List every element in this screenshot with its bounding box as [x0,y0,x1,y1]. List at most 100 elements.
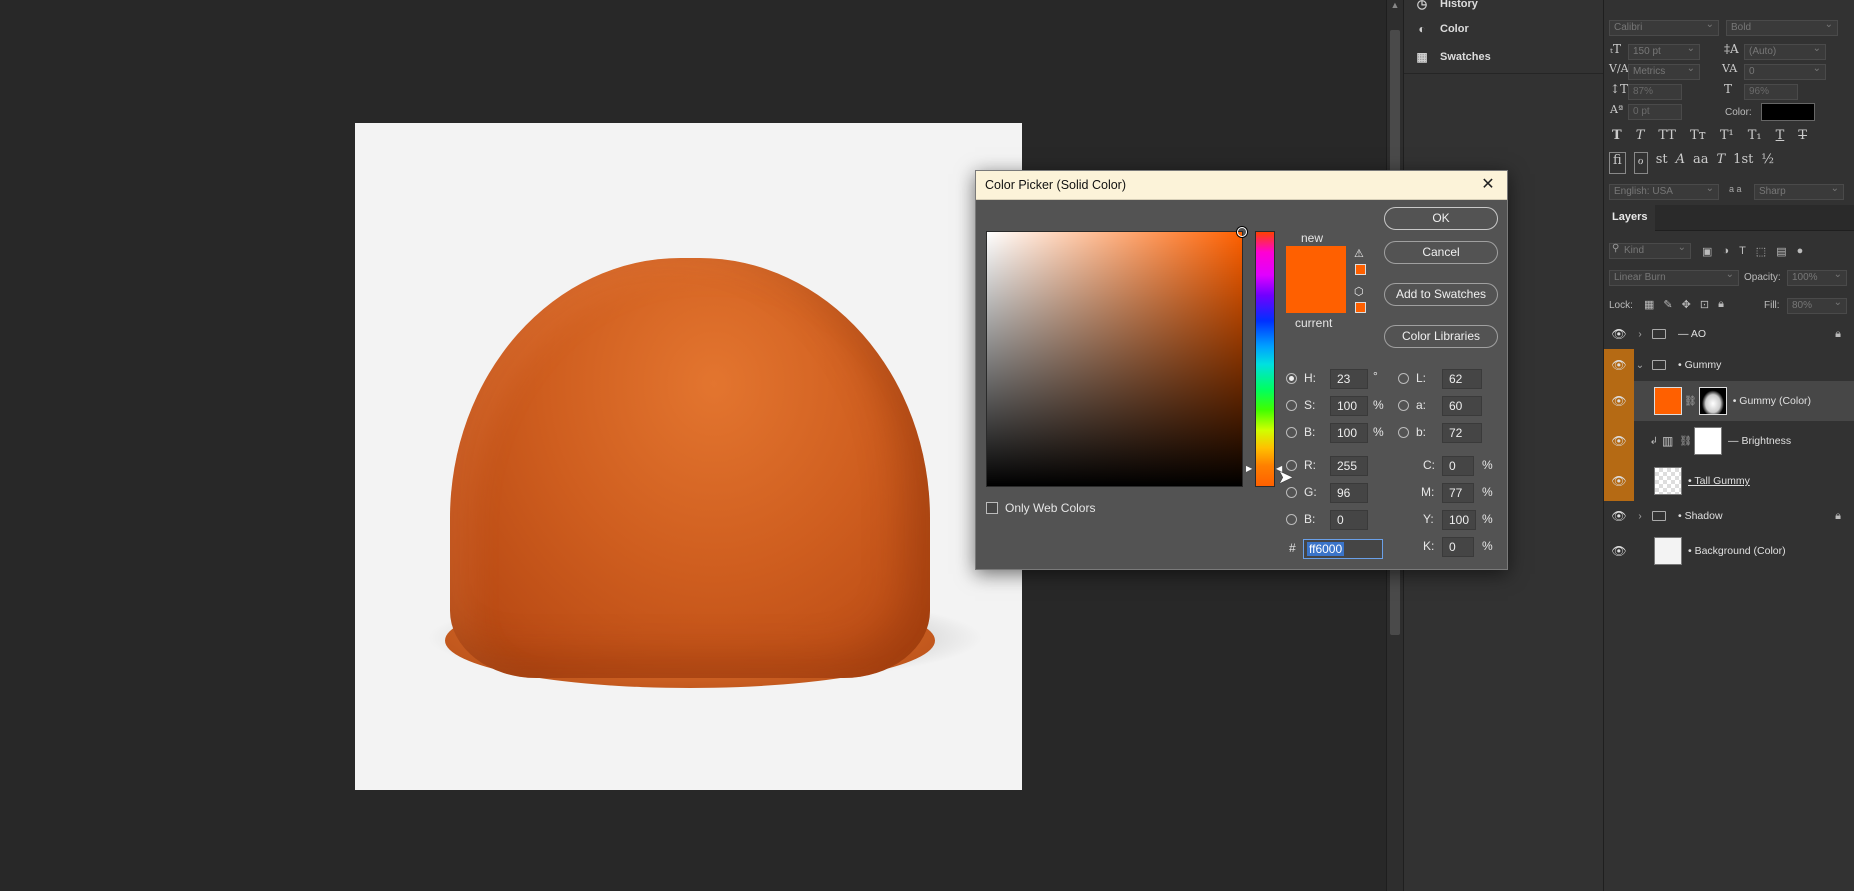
add-to-swatches-button[interactable]: Add to Swatches [1384,283,1498,306]
brightness-field[interactable]: 100 [1330,423,1368,443]
layer-row-background[interactable]: 👁︎ • Background (Color) [1604,531,1854,571]
tracking-select[interactable]: 0 [1744,63,1826,80]
hue-slider-left-arrow-icon[interactable]: ▶ [1246,464,1252,473]
mask-thumbnail[interactable] [1694,427,1723,455]
web-safe-swatch[interactable] [1355,302,1366,313]
filter-smart-icon[interactable]: ▤ [1776,245,1786,258]
filter-adjustment-icon[interactable]: ◑ [1722,245,1729,258]
s-radio[interactable] [1286,400,1297,411]
ligatures-button[interactable]: fi [1609,152,1626,174]
old-style-button[interactable]: ℴ [1633,152,1648,174]
baseline-shift-input[interactable]: 0 pt [1628,104,1682,120]
blue-radio[interactable] [1286,514,1297,525]
faux-italic-button[interactable]: T [1636,128,1645,146]
ordinals-button[interactable]: 1st [1733,152,1753,174]
lab-b-radio[interactable] [1398,427,1409,438]
vertical-scale-input[interactable]: 87% [1628,84,1682,100]
r-field[interactable]: 255 [1330,456,1368,476]
faux-bold-button[interactable]: T [1612,128,1622,146]
layer-row-ao[interactable]: 👁︎ › — AO 🔒︎ [1604,319,1854,349]
opacity-input[interactable]: 100% [1787,269,1847,286]
lock-all-icon[interactable]: 🔒︎ [1718,298,1724,311]
scroll-up-arrow-icon[interactable]: ▲ [1390,0,1400,12]
font-size-select[interactable]: 150 pt [1628,43,1700,60]
subscript-button[interactable]: T₁ [1748,128,1762,146]
kerning-select[interactable]: Metrics [1628,63,1700,80]
visibility-eye-icon[interactable]: 👁︎ [1604,531,1634,571]
visibility-eye-icon[interactable]: 👁︎ [1604,319,1634,349]
web-safe-cube-icon[interactable]: ⬡ [1354,285,1364,298]
font-family-select[interactable]: Calibri [1609,19,1719,36]
fill-input[interactable]: 80% [1787,297,1847,314]
fill-color-thumbnail[interactable] [1654,387,1682,415]
color-libraries-button[interactable]: Color Libraries [1384,325,1498,348]
superscript-button[interactable]: T¹ [1720,128,1734,146]
c-field[interactable]: 0 [1442,456,1474,476]
layer-row-gummy[interactable]: 👁︎ ⌄ • Gummy [1604,349,1854,381]
discretionary-ligatures-button[interactable]: st [1656,152,1668,174]
filter-shape-icon[interactable]: ⬚ [1756,245,1766,258]
fill-color-thumbnail[interactable] [1654,537,1682,565]
fractions-button[interactable]: ½ [1761,152,1774,174]
lock-transparent-icon[interactable]: ▦ [1644,298,1654,311]
visibility-eye-icon[interactable]: 👁︎ [1604,349,1634,381]
visibility-eye-icon[interactable]: 👁︎ [1604,381,1634,421]
leading-select[interactable]: (Auto) [1744,43,1826,60]
filter-toggle-icon[interactable]: ● [1797,245,1804,258]
g-field[interactable]: 96 [1330,483,1368,503]
visibility-eye-icon[interactable]: 👁︎ [1604,461,1634,501]
titling-button[interactable]: T [1717,152,1726,174]
blue-field[interactable]: 0 [1330,510,1368,530]
dialog-titlebar[interactable]: Color Picker (Solid Color) ✕ [976,171,1507,200]
l-field[interactable]: 62 [1442,369,1482,389]
saturation-brightness-field[interactable] [986,227,1247,487]
antialias-select[interactable]: Sharp [1754,183,1844,200]
language-select[interactable]: English: USA [1609,183,1719,200]
layer-row-brightness[interactable]: 👁︎ ↲ ▥ ⛓︎ — Brightness [1604,421,1854,461]
lock-image-icon[interactable]: ✎ [1663,298,1672,311]
s-field[interactable]: 100 [1330,396,1368,416]
blend-mode-select[interactable]: Linear Burn [1609,269,1739,286]
strikethrough-button[interactable]: T [1798,128,1807,146]
document-canvas[interactable] [355,123,1022,790]
chevron-down-icon[interactable]: ⌄ [1634,360,1646,371]
only-web-colors-checkbox[interactable] [986,502,998,514]
chevron-right-icon[interactable]: › [1634,511,1646,522]
underline-button[interactable]: T [1776,128,1785,146]
tab-layers[interactable]: Layers [1604,205,1656,231]
filter-type-icon[interactable]: T [1739,245,1746,258]
lock-position-icon[interactable]: ✥ [1682,298,1691,311]
brightness-radio[interactable] [1286,427,1297,438]
panel-history[interactable]: ◷ History [1414,0,1478,15]
gamut-warning-icon[interactable]: ⚠ [1354,247,1364,260]
visibility-eye-icon[interactable]: 👁︎ [1604,421,1634,461]
h-field[interactable]: 23 [1330,369,1368,389]
hex-field[interactable]: ff6000 [1303,539,1383,559]
smart-object-thumbnail[interactable] [1654,467,1682,495]
layer-row-gummy-color[interactable]: 👁︎ ⛓︎ • Gummy (Color) [1604,381,1854,421]
horizontal-scale-input[interactable]: 96% [1744,84,1798,100]
font-style-select[interactable]: Bold [1726,19,1838,36]
layer-row-tall-gummy[interactable]: 👁︎ • Tall Gummy [1604,461,1854,501]
swash-button[interactable]: A [1676,152,1685,174]
current-color-swatch[interactable] [1286,280,1346,313]
h-radio[interactable] [1286,373,1297,384]
l-radio[interactable] [1398,373,1409,384]
text-color-swatch[interactable] [1761,103,1815,121]
a-field[interactable]: 60 [1442,396,1482,416]
panel-color[interactable]: ◐ Color [1414,18,1468,40]
layer-row-shadow[interactable]: 👁︎ › • Shadow 🔒︎ [1604,501,1854,531]
k-field[interactable]: 0 [1442,537,1474,557]
stylistic-alternates-button[interactable]: aa [1693,152,1709,174]
close-icon[interactable]: ✕ [1477,175,1499,195]
panel-swatches[interactable]: ▦ Swatches [1414,46,1490,68]
lock-artboard-icon[interactable]: ⊡ [1700,298,1709,311]
layer-filter-kind[interactable]: Kind [1609,242,1691,259]
y-field[interactable]: 100 [1442,510,1476,530]
a-radio[interactable] [1398,400,1409,411]
hue-slider[interactable] [1255,231,1275,487]
ok-button[interactable]: OK [1384,207,1498,230]
link-icon[interactable]: ⛓︎ [1684,396,1697,407]
chevron-right-icon[interactable]: › [1634,329,1646,340]
visibility-eye-icon[interactable]: 👁︎ [1604,501,1634,531]
